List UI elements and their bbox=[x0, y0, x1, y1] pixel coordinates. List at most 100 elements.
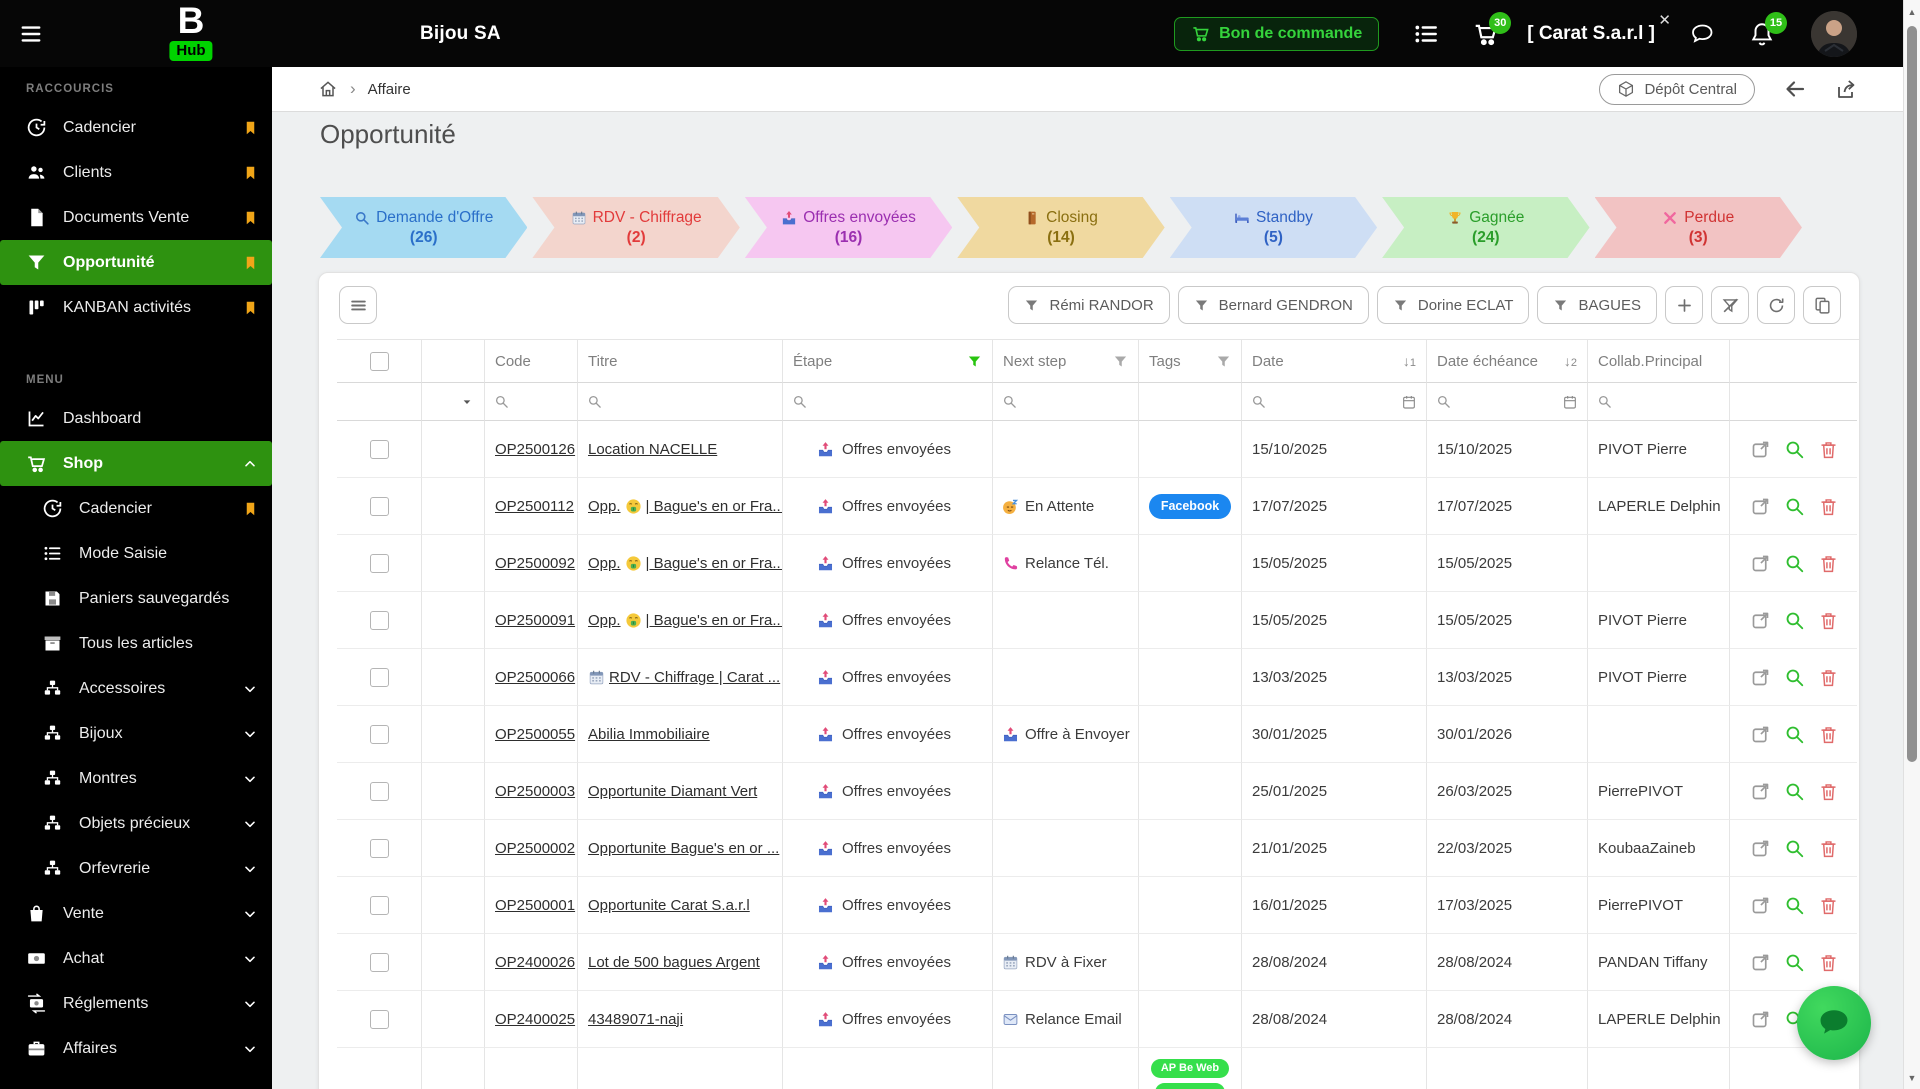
view-details-icon[interactable] bbox=[1784, 439, 1805, 460]
company-close-icon[interactable]: ✕ bbox=[1658, 11, 1671, 29]
filter-chip-bagues[interactable]: BAGUES bbox=[1537, 286, 1657, 324]
code-link[interactable]: OP2500055 bbox=[495, 726, 575, 743]
filter-date-echeance[interactable] bbox=[1427, 383, 1588, 421]
row-checkbox[interactable] bbox=[369, 610, 389, 630]
delete-icon[interactable] bbox=[1818, 895, 1839, 916]
open-external-icon[interactable] bbox=[1750, 496, 1771, 517]
titre-link[interactable]: Opportunite Carat S.a.r.l bbox=[588, 897, 750, 914]
view-details-icon[interactable] bbox=[1784, 724, 1805, 745]
sidebar-item-documents-vente[interactable]: Documents Vente bbox=[0, 195, 272, 240]
select-all-checkbox[interactable] bbox=[369, 351, 389, 371]
chat-icon[interactable] bbox=[1689, 21, 1715, 47]
add-filter-button[interactable] bbox=[1665, 286, 1703, 324]
code-link[interactable]: OP2500002 bbox=[495, 840, 575, 857]
depot-central-button[interactable]: Dépôt Central bbox=[1599, 73, 1755, 105]
filter-caret[interactable] bbox=[422, 383, 485, 421]
grid-menu-button[interactable] bbox=[339, 286, 377, 324]
scroll-down-icon[interactable]: ▼ bbox=[1904, 1073, 1920, 1083]
titre-link[interactable]: RDV - Chiffrage | Carat ... bbox=[588, 669, 780, 686]
column-chooser-button[interactable] bbox=[1803, 286, 1841, 324]
pipeline-stage-perdue[interactable]: Perdue (3) bbox=[1595, 197, 1802, 258]
sidebar-item-tous-les-articles[interactable]: Tous les articles bbox=[0, 621, 272, 666]
sidebar-item-kanban-activites[interactable]: KANBAN activités bbox=[0, 285, 272, 330]
titre-link[interactable]: 43489071-naji bbox=[588, 1011, 683, 1028]
sidebar-item-dashboard[interactable]: Dashboard bbox=[0, 396, 272, 441]
page-scrollbar[interactable]: ▲ ▼ bbox=[1903, 0, 1920, 1089]
open-external-icon[interactable] bbox=[1750, 667, 1771, 688]
sidebar-item-opportunite[interactable]: Opportunité bbox=[0, 240, 272, 285]
sidebar-item-paniers-sauvegardes[interactable]: Paniers sauvegardés bbox=[0, 576, 272, 621]
titre-link[interactable]: Opp. | Bague's en or Fra... bbox=[588, 612, 782, 629]
titre-link[interactable]: Location NACELLE bbox=[588, 441, 717, 458]
code-link[interactable]: OP2500091 bbox=[495, 612, 575, 629]
sidebar-item-cadencier[interactable]: Cadencier bbox=[0, 486, 272, 531]
view-details-icon[interactable] bbox=[1784, 496, 1805, 517]
app-logo[interactable]: B Hub bbox=[162, 0, 220, 67]
titre-link[interactable]: Opportunite Diamant Vert bbox=[588, 783, 757, 800]
code-link[interactable]: OP2500003 bbox=[495, 783, 575, 800]
open-external-icon[interactable] bbox=[1750, 553, 1771, 574]
view-details-icon[interactable] bbox=[1784, 895, 1805, 916]
filter-chip-dorine-eclat[interactable]: Dorine ECLAT bbox=[1376, 286, 1530, 324]
filter-chip-remi-randor[interactable]: Rémi RANDOR bbox=[1008, 286, 1170, 324]
tag-pill-facebook[interactable]: Facebook bbox=[1148, 493, 1232, 519]
sidebar-item-affaires[interactable]: Affaires bbox=[0, 1026, 272, 1071]
sidebar-item-accessoires[interactable]: Accessoires bbox=[0, 666, 272, 711]
pipeline-stage-standby[interactable]: Standby (5) bbox=[1170, 197, 1377, 258]
view-details-icon[interactable] bbox=[1784, 610, 1805, 631]
notifications-bell-icon[interactable]: 15 bbox=[1749, 11, 1787, 47]
share-icon[interactable] bbox=[1835, 77, 1859, 101]
header-titre[interactable]: Titre bbox=[578, 340, 783, 383]
scrollbar-thumb[interactable] bbox=[1907, 26, 1917, 762]
sidebar-item-objets-precieux[interactable]: Objets précieux bbox=[0, 801, 272, 846]
refresh-button[interactable] bbox=[1757, 286, 1795, 324]
header-collab-principal[interactable]: Collab.Principal bbox=[1588, 340, 1730, 383]
sidebar-item-reglements[interactable]: Réglements bbox=[0, 981, 272, 1026]
sidebar-item-orfevrerie[interactable]: Orfevrerie bbox=[0, 846, 272, 891]
row-checkbox[interactable] bbox=[369, 1009, 389, 1029]
titre-link[interactable]: Opp. | Bague's en or Fra... bbox=[588, 498, 782, 515]
open-external-icon[interactable] bbox=[1750, 781, 1771, 802]
code-link[interactable]: OP2400026 bbox=[495, 954, 575, 971]
active-company[interactable]: [ Carat S.a.r.l ] ✕ bbox=[1527, 12, 1671, 45]
home-icon[interactable] bbox=[318, 79, 338, 99]
sidebar-item-clients[interactable]: Clients bbox=[0, 150, 272, 195]
view-details-icon[interactable] bbox=[1784, 838, 1805, 859]
code-link[interactable]: OP2500092 bbox=[495, 555, 575, 572]
pipeline-stage-rdv-chiffrage[interactable]: RDV - Chiffrage (2) bbox=[532, 197, 739, 258]
row-checkbox[interactable] bbox=[369, 496, 389, 516]
back-arrow-icon[interactable] bbox=[1783, 77, 1807, 101]
titre-link[interactable]: Opportunite Bague's en or ... bbox=[588, 840, 779, 857]
row-checkbox[interactable] bbox=[369, 952, 389, 972]
orders-list-icon[interactable] bbox=[1413, 21, 1439, 47]
sidebar-item-montres[interactable]: Montres bbox=[0, 756, 272, 801]
code-link[interactable]: OP2500112 bbox=[495, 498, 574, 515]
menu-hamburger-icon[interactable] bbox=[18, 23, 44, 45]
delete-icon[interactable] bbox=[1818, 496, 1839, 517]
row-checkbox[interactable] bbox=[369, 781, 389, 801]
header-etape[interactable]: Étape bbox=[783, 340, 993, 383]
view-details-icon[interactable] bbox=[1784, 952, 1805, 973]
filter-chip-bernard-gendron[interactable]: Bernard GENDRON bbox=[1177, 286, 1369, 324]
open-external-icon[interactable] bbox=[1750, 895, 1771, 916]
row-checkbox[interactable] bbox=[369, 724, 389, 744]
chat-fab-button[interactable] bbox=[1797, 986, 1871, 1060]
row-checkbox[interactable] bbox=[369, 439, 389, 459]
order-button[interactable]: Bon de commande bbox=[1174, 16, 1380, 51]
delete-icon[interactable] bbox=[1818, 553, 1839, 574]
clear-filters-button[interactable] bbox=[1711, 286, 1749, 324]
delete-icon[interactable] bbox=[1818, 610, 1839, 631]
view-details-icon[interactable] bbox=[1784, 667, 1805, 688]
filter-collab-principal[interactable] bbox=[1588, 383, 1730, 421]
delete-icon[interactable] bbox=[1818, 838, 1839, 859]
scroll-up-icon[interactable]: ▲ bbox=[1904, 7, 1920, 17]
filter-etape[interactable] bbox=[783, 383, 993, 421]
filter-date[interactable] bbox=[1242, 383, 1427, 421]
code-link[interactable]: OP2500126 bbox=[495, 441, 575, 458]
code-link[interactable]: OP2400025 bbox=[495, 1011, 575, 1028]
sidebar-item-shop[interactable]: Shop bbox=[0, 441, 272, 486]
user-avatar[interactable] bbox=[1811, 10, 1857, 57]
code-link[interactable]: OP2500001 bbox=[495, 897, 575, 914]
pipeline-stage-offres-envoyees[interactable]: Offres envoyées (16) bbox=[745, 197, 952, 258]
delete-icon[interactable] bbox=[1818, 667, 1839, 688]
